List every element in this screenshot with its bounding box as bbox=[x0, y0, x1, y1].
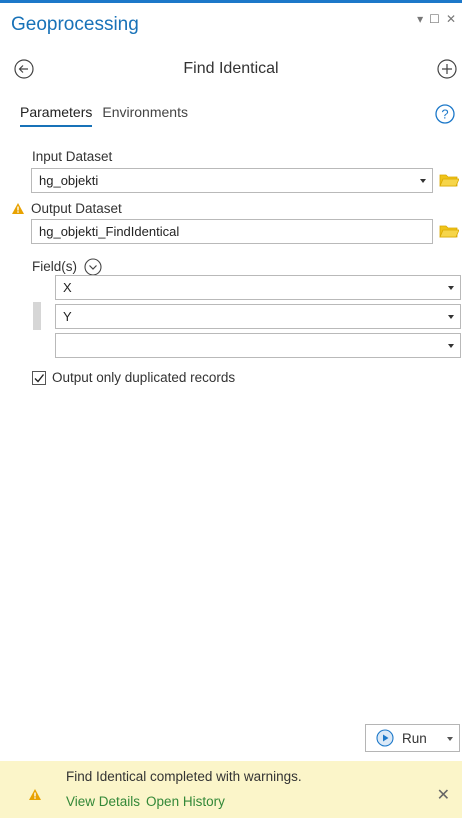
tool-tabs: Parameters Environments bbox=[20, 104, 188, 127]
browse-folder-icon[interactable] bbox=[439, 223, 459, 239]
tool-title: Find Identical bbox=[183, 60, 279, 77]
warning-icon bbox=[29, 789, 41, 800]
view-details-link[interactable]: View Details bbox=[66, 794, 140, 809]
close-pane-icon[interactable]: ✕ bbox=[446, 12, 456, 26]
restore-icon[interactable]: ☐ bbox=[429, 12, 440, 26]
input-dataset-field[interactable]: hg_objekti bbox=[31, 168, 433, 193]
only-duplicates-label: Output only duplicated records bbox=[52, 370, 236, 385]
field-row-value: Y bbox=[63, 309, 72, 324]
field-row-value: X bbox=[63, 280, 72, 295]
open-history-link[interactable]: Open History bbox=[146, 794, 225, 809]
message-bar: Find Identical completed with warnings. … bbox=[0, 761, 462, 818]
pane-title: Geoprocessing bbox=[11, 14, 139, 35]
input-dataset-value: hg_objekti bbox=[39, 173, 99, 188]
chevron-down-icon[interactable] bbox=[448, 315, 454, 319]
collapse-chevron-icon[interactable] bbox=[84, 258, 102, 276]
run-options-dropdown-icon[interactable] bbox=[447, 737, 453, 741]
plus-circle-icon[interactable] bbox=[434, 56, 460, 82]
tab-parameters[interactable]: Parameters bbox=[20, 104, 93, 127]
output-dataset-label: Output Dataset bbox=[31, 201, 122, 216]
checkmark-icon bbox=[34, 373, 45, 383]
only-duplicates-checkbox[interactable] bbox=[32, 370, 46, 385]
pane-top-border bbox=[0, 0, 462, 3]
run-label: Run bbox=[402, 730, 427, 746]
field-row-x[interactable]: X bbox=[55, 275, 461, 300]
svg-text:?: ? bbox=[441, 107, 448, 122]
chevron-down-icon[interactable] bbox=[448, 344, 454, 348]
run-button[interactable]: Run bbox=[365, 724, 460, 752]
warning-icon bbox=[12, 203, 24, 214]
window-controls: ▾ ☐ ✕ bbox=[417, 12, 456, 26]
chevron-down-icon[interactable] bbox=[420, 179, 426, 183]
browse-folder-icon[interactable] bbox=[439, 172, 459, 188]
close-message-icon[interactable]: ✕ bbox=[437, 785, 450, 805]
output-dataset-field[interactable]: hg_objekti_FindIdentical bbox=[31, 219, 433, 244]
pin-dropdown-icon[interactable]: ▾ bbox=[417, 12, 423, 26]
tool-header: Find Identical bbox=[0, 56, 462, 86]
field-row-y[interactable]: Y bbox=[55, 304, 461, 329]
field-row-empty[interactable] bbox=[55, 333, 461, 358]
message-links: View Details Open History bbox=[66, 794, 225, 809]
tab-environments[interactable]: Environments bbox=[102, 104, 188, 127]
row-drag-handle[interactable] bbox=[33, 302, 41, 330]
input-dataset-label: Input Dataset bbox=[32, 149, 113, 164]
help-icon[interactable]: ? bbox=[434, 103, 456, 125]
output-dataset-value: hg_objekti_FindIdentical bbox=[39, 224, 180, 239]
only-duplicates-option: Output only duplicated records bbox=[32, 370, 235, 385]
play-icon bbox=[376, 729, 394, 747]
chevron-down-icon[interactable] bbox=[448, 286, 454, 290]
message-text: Find Identical completed with warnings. bbox=[66, 769, 302, 784]
fields-label: Field(s) bbox=[32, 259, 78, 274]
